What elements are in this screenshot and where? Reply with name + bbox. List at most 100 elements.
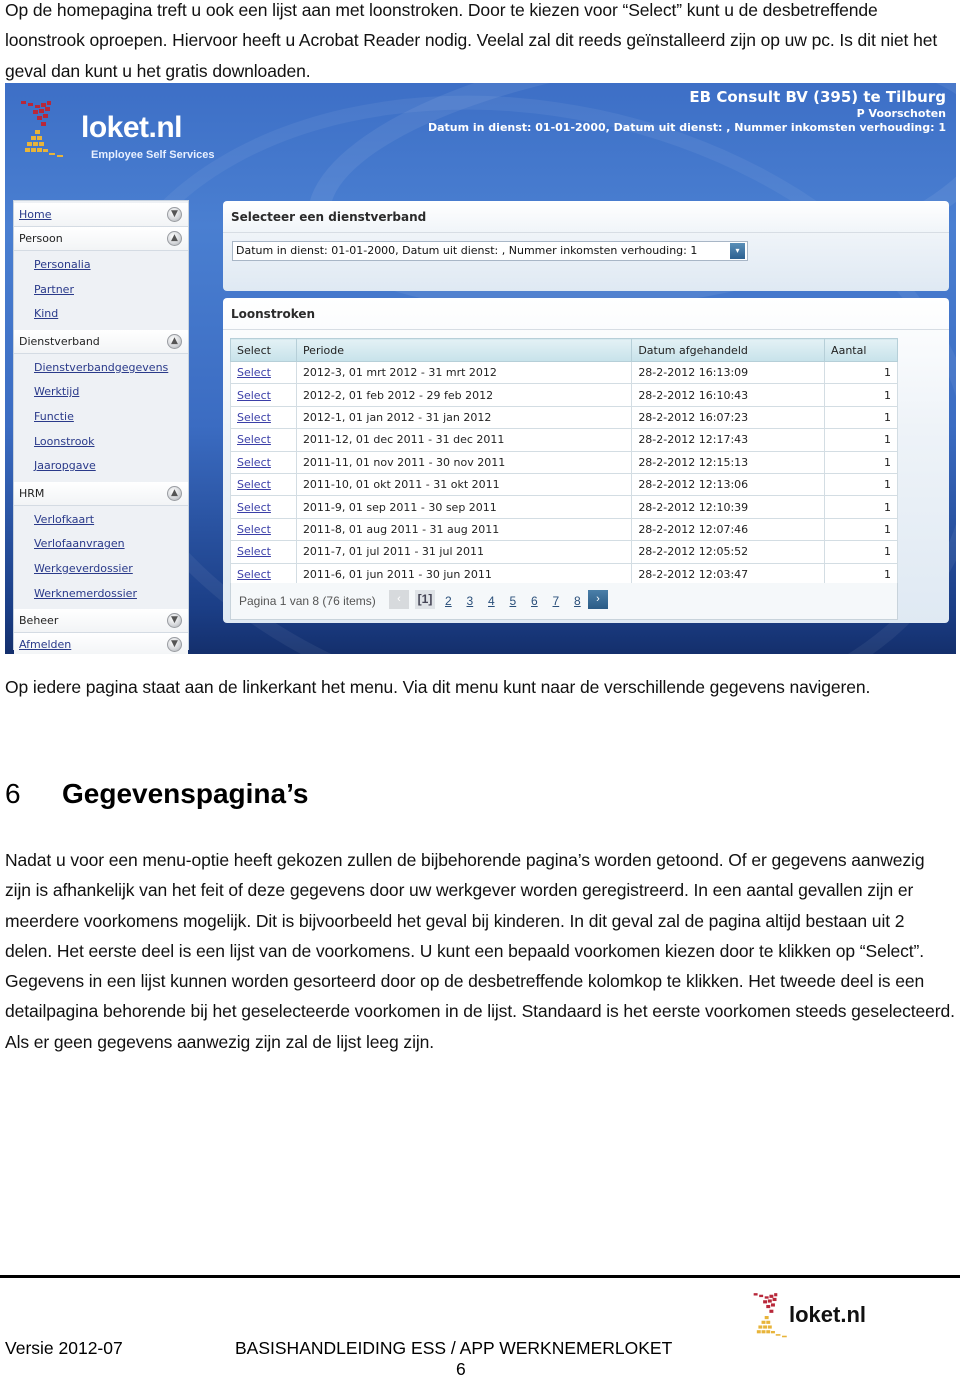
datum-cell: 28-2-2012 12:10:39	[631, 495, 826, 519]
footer-divider	[0, 1275, 960, 1278]
table-row: Select 2011-12, 01 dec 2011 - 31 dec 2011…	[230, 428, 898, 452]
pager-page-link[interactable]: 8	[574, 594, 581, 608]
datum-cell: 28-2-2012 12:07:46	[631, 517, 826, 542]
payslips-table: Select Periode Datum afgehandeld Aantal …	[230, 338, 898, 586]
select-link[interactable]: Select	[237, 411, 271, 424]
dropdown-value: Datum in dienst: 01-01-2000, Datum uit d…	[236, 244, 698, 257]
chevron-right-icon[interactable]: ›	[588, 590, 608, 609]
header-info: EB Consult BV (395) te Tilburg P Voorsch…	[428, 88, 946, 134]
pager-page-link[interactable]: 4	[488, 594, 495, 608]
select-link[interactable]: Select	[237, 478, 271, 491]
page-number: 6	[456, 1359, 466, 1379]
body-paragraph: Nadat u voor een menu-optie heeft gekoze…	[5, 850, 955, 1052]
sidebar-section-persoon[interactable]: Persoon ▲	[14, 227, 188, 251]
sidebar-item-jaaropgave[interactable]: Jaaropgave	[34, 459, 96, 472]
select-link[interactable]: Select	[237, 433, 271, 446]
table-row: Select 2011-11, 01 nov 2011 - 30 nov 2011…	[230, 450, 898, 474]
pager: Pagina 1 van 8 (76 items) ‹ [1] 2345678 …	[230, 583, 898, 620]
aantal-cell: 1	[824, 428, 898, 452]
section-number: 6	[5, 778, 21, 809]
employment-info: Datum in dienst: 01-01-2000, Datum uit d…	[427, 121, 946, 134]
select-link[interactable]: Select	[237, 366, 271, 379]
column-header-select[interactable]: Select	[230, 338, 297, 362]
employee-name: P Voorschoten	[856, 107, 946, 120]
sidebar-section-label: Beheer	[19, 614, 59, 628]
collapse-up-icon[interactable]: ▲	[167, 231, 182, 246]
sidebar-item-werktijd[interactable]: Werktijd	[34, 385, 79, 398]
aantal-cell: 1	[824, 360, 898, 385]
sidebar-section-home[interactable]: Home ▼	[14, 203, 188, 227]
sidebar-item-verlofkaart[interactable]: Verlofkaart	[34, 513, 94, 526]
periode-cell: 2011-7, 01 jul 2011 - 31 jul 2011	[295, 540, 633, 564]
sidebar-section-afmelden[interactable]: Afmelden ▼	[14, 633, 188, 654]
aantal-cell: 1	[824, 517, 898, 542]
select-cell: Select	[230, 428, 297, 452]
chevron-left-icon[interactable]: ‹	[389, 590, 409, 609]
pager-page-link[interactable]: 2	[445, 594, 452, 608]
aantal-cell: 1	[824, 450, 898, 474]
sidebar-item-partner[interactable]: Partner	[34, 283, 74, 296]
sidebar-section-label[interactable]: Home	[19, 208, 51, 221]
sidebar-item-functie[interactable]: Functie	[34, 410, 74, 423]
pager-current-page: [1]	[415, 590, 435, 609]
select-link[interactable]: Select	[237, 545, 271, 558]
sidebar-section-label: Persoon	[19, 232, 63, 245]
select-cell: Select	[230, 472, 297, 497]
pager-info: Pagina 1 van 8 (76 items)	[239, 594, 376, 608]
select-link[interactable]: Select	[237, 568, 271, 581]
loket-logo-icon	[21, 101, 63, 157]
logo-subtitle: Employee Self Services	[91, 149, 215, 161]
intro-paragraph: Op de homepagina treft u ook een lijst a…	[5, 0, 938, 81]
table-row: Select 2011-9, 01 sep 2011 - 30 sep 2011 2…	[230, 495, 898, 519]
select-link[interactable]: Select	[237, 389, 271, 402]
sidebar-item-werkgeverdossier[interactable]: Werkgeverdossier	[34, 562, 133, 575]
menu-paragraph: Op iedere pagina staat aan de linkerkant…	[5, 677, 871, 697]
table-row: Select 2011-10, 01 okt 2011 - 31 okt 2011…	[230, 472, 898, 497]
sidebar-item-werknemerdossier[interactable]: Werknemerdossier	[34, 587, 137, 600]
periode-cell: 2012-1, 01 jan 2012 - 31 jan 2012	[295, 405, 633, 430]
periode-cell: 2011-8, 01 aug 2011 - 31 aug 2011	[295, 517, 633, 542]
divider	[223, 232, 949, 233]
sidebar-item-loonstrook[interactable]: Loonstrook	[34, 435, 95, 448]
section-heading: 6 Gegevenspagina’s	[5, 778, 308, 810]
expand-down-icon[interactable]: ▼	[167, 207, 182, 222]
column-header-datum[interactable]: Datum afgehandeld	[631, 338, 826, 362]
panel-title: Selecteer een dienstverband	[231, 210, 427, 224]
collapse-up-icon[interactable]: ▲	[167, 333, 182, 349]
sidebar-section-hrm[interactable]: HRM ▲	[14, 481, 188, 506]
payslips-panel: Loonstroken Select Periode Datum afgehan…	[223, 298, 949, 623]
sidebar-item-verlofaanvragen[interactable]: Verlofaanvragen	[34, 537, 125, 550]
collapse-up-icon[interactable]: ▲	[167, 485, 182, 501]
section-title: Gegevenspagina’s	[62, 778, 309, 809]
sidebar-section-beheer[interactable]: Beheer ▼	[14, 609, 188, 634]
sidebar-section-label[interactable]: Afmelden	[19, 638, 71, 651]
column-header-aantal[interactable]: Aantal	[824, 338, 898, 362]
panel-title: Loonstroken	[231, 307, 316, 321]
sidebar-item-kind[interactable]: Kind	[34, 307, 58, 320]
pager-page-link[interactable]: 7	[553, 594, 560, 608]
select-link[interactable]: Select	[237, 456, 271, 469]
pager-page-link[interactable]: 5	[510, 594, 517, 608]
employment-dropdown[interactable]: Datum in dienst: 01-01-2000, Datum uit d…	[232, 241, 748, 261]
select-cell: Select	[230, 405, 297, 430]
aantal-cell: 1	[824, 405, 898, 430]
select-link[interactable]: Select	[237, 523, 271, 536]
sidebar-item-dienstverbandgegevens[interactable]: Dienstverbandgegevens	[34, 361, 168, 374]
periode-cell: 2011-9, 01 sep 2011 - 30 sep 2011	[295, 495, 633, 519]
sidebar-section-dienstverband[interactable]: Dienstverband ▲	[14, 329, 188, 354]
pager-page-link[interactable]: 3	[467, 594, 474, 608]
table-row: Select 2012-3, 01 mrt 2012 - 31 mrt 2012 2…	[230, 360, 898, 385]
periode-cell: 2011-12, 01 dec 2011 - 31 dec 2011	[295, 428, 633, 452]
periode-cell: 2012-3, 01 mrt 2012 - 31 mrt 2012	[295, 360, 633, 385]
loket-logo[interactable]: loket.nl Employee Self Services	[19, 97, 219, 167]
pager-page-link[interactable]: 6	[531, 594, 538, 608]
sidebar-item-personalia[interactable]: Personalia	[34, 258, 91, 271]
expand-down-icon[interactable]: ▼	[167, 613, 182, 629]
column-header-periode[interactable]: Periode	[295, 338, 633, 362]
aantal-cell: 1	[824, 495, 898, 519]
chevron-down-icon[interactable]: ▾	[730, 243, 745, 259]
aantal-cell: 1	[824, 472, 898, 497]
select-link[interactable]: Select	[237, 501, 271, 514]
expand-down-icon[interactable]: ▼	[167, 637, 182, 653]
periode-cell: 2011-11, 01 nov 2011 - 30 nov 2011	[295, 450, 633, 474]
